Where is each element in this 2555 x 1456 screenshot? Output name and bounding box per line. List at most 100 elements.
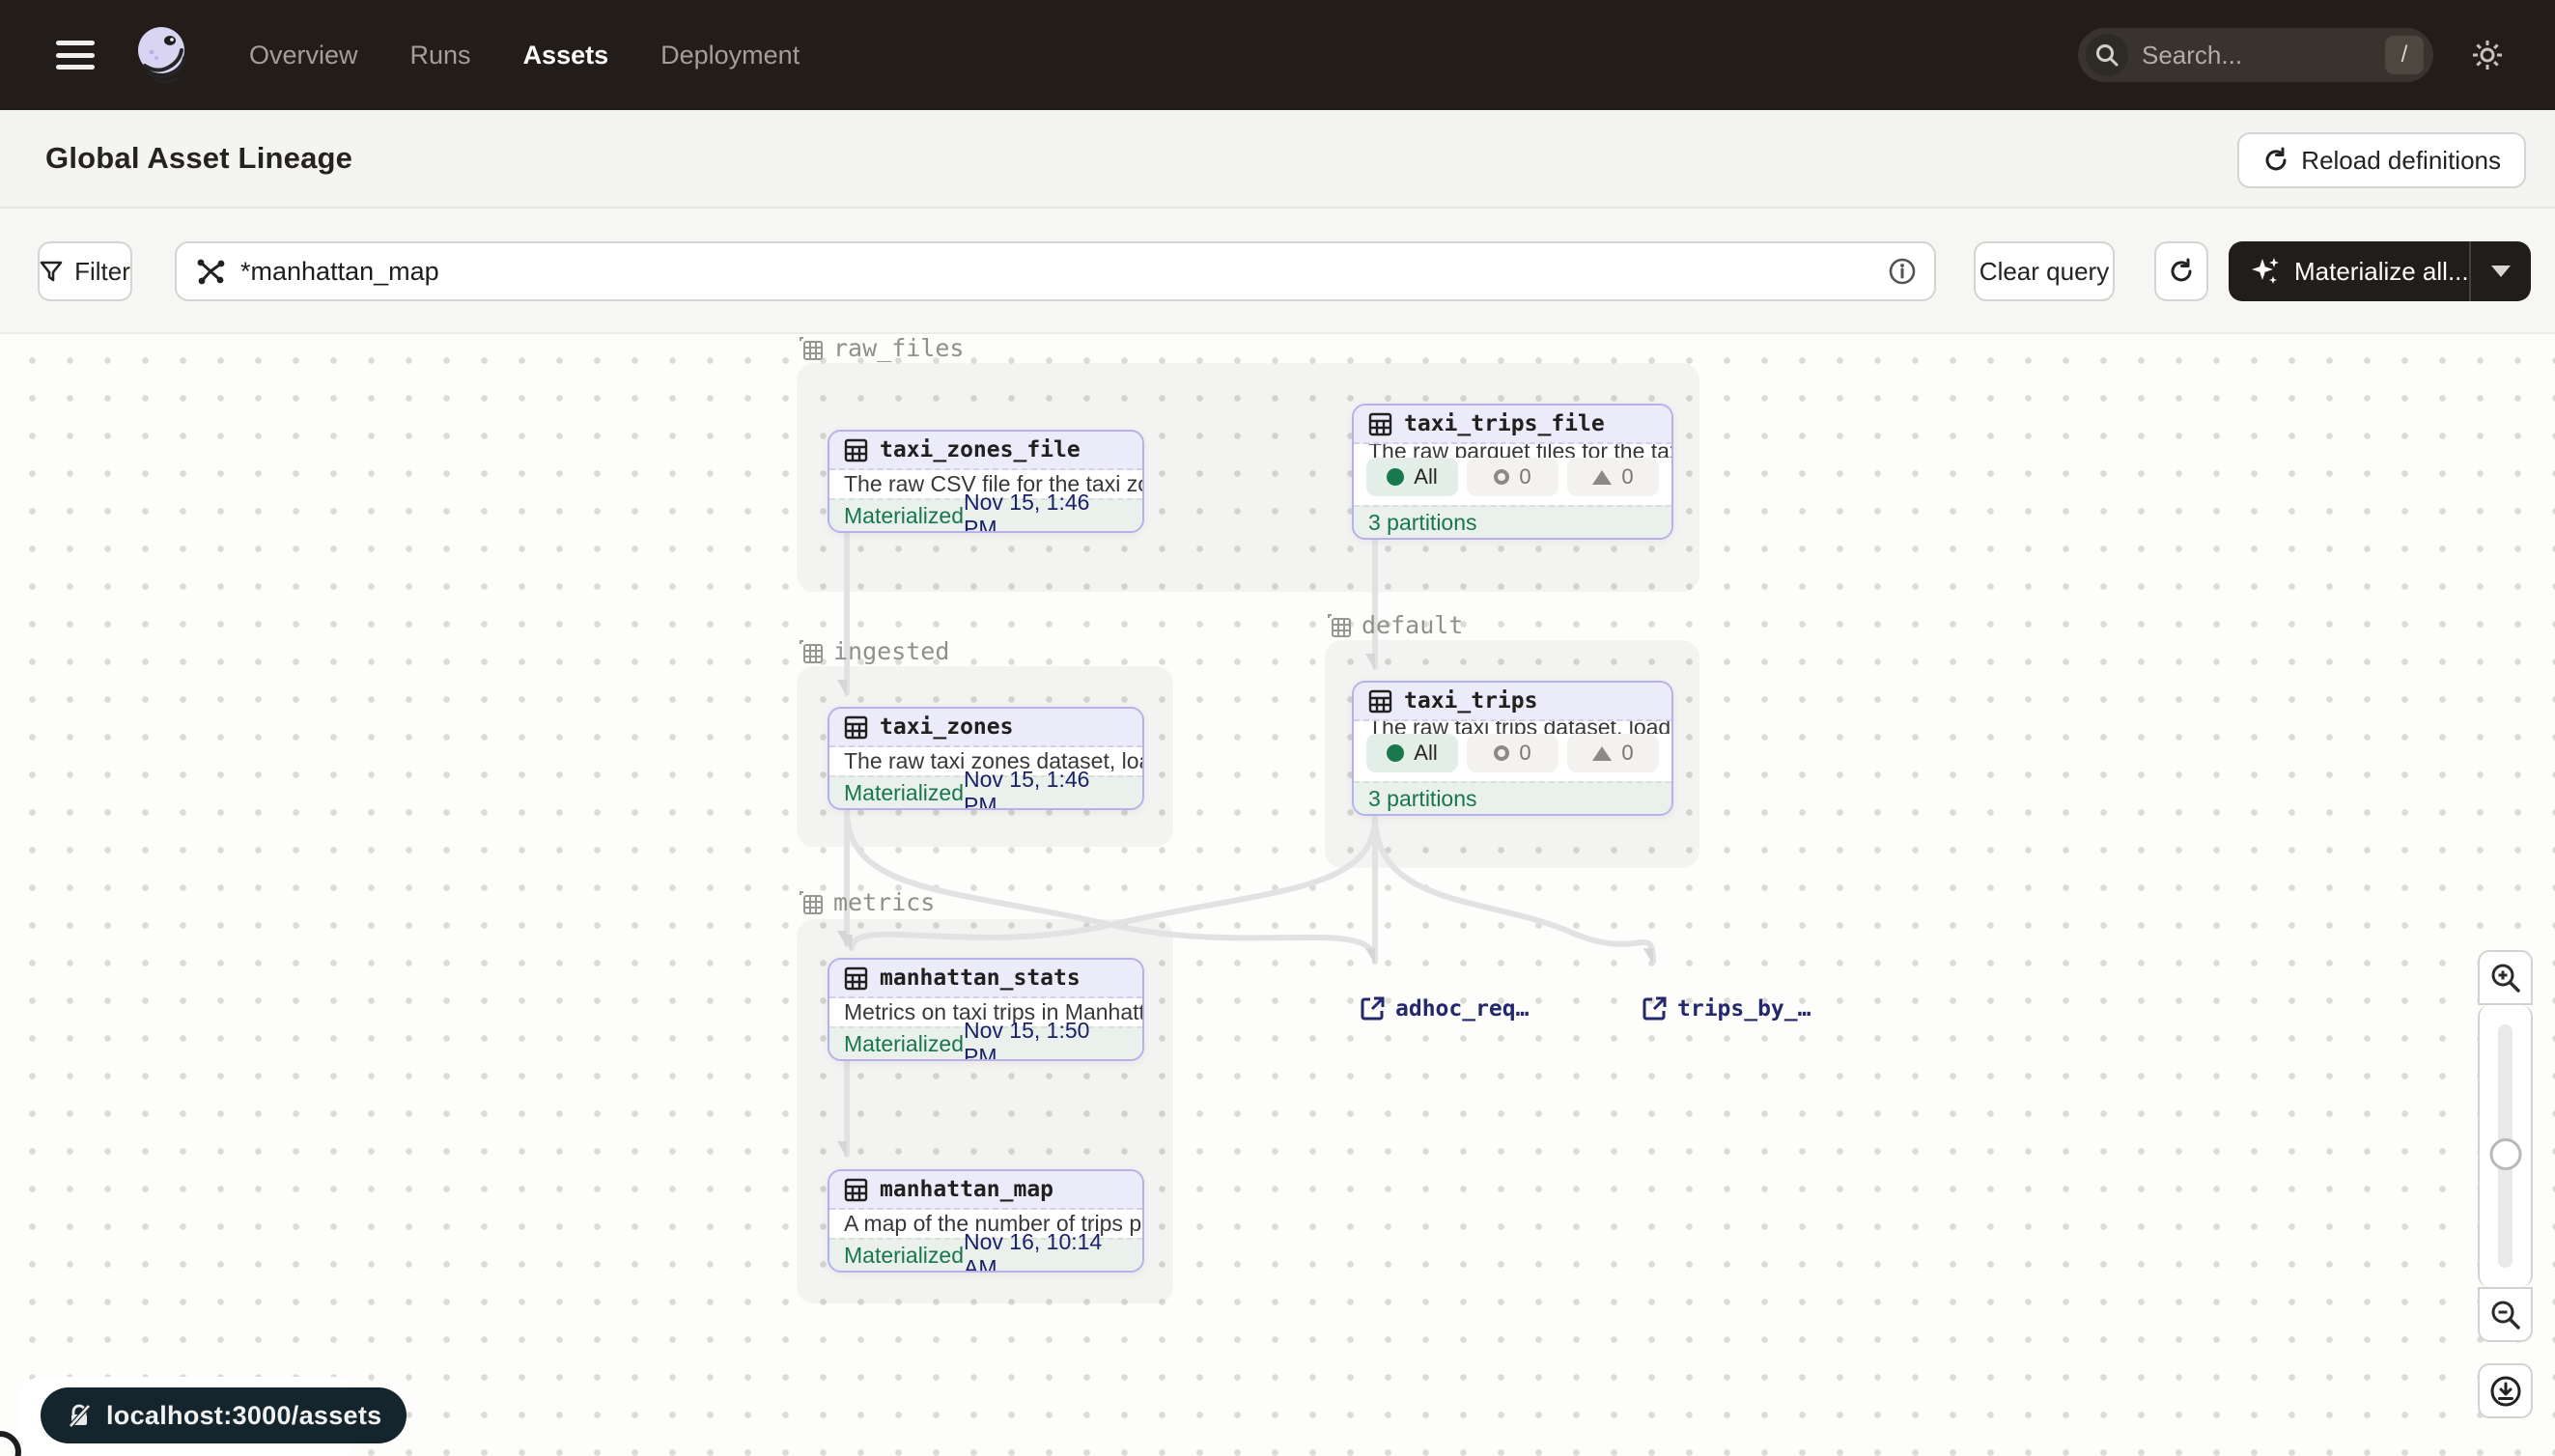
green-dot-icon	[1387, 468, 1404, 486]
table-icon	[1368, 412, 1392, 436]
materialized-timestamp[interactable]: Nov 15, 1:50 PM	[964, 1018, 1128, 1061]
asset-title: taxi_zones_file	[880, 437, 1081, 462]
partitions-count[interactable]: 3 partitions	[1368, 786, 1477, 812]
url-badge: localhost:3000/assets	[41, 1387, 407, 1443]
status-badge: Materialized	[844, 780, 964, 806]
dagster-logo[interactable]	[131, 23, 195, 87]
materialized-timestamp[interactable]: Nov 15, 1:46 PM	[964, 490, 1128, 533]
download-icon	[2488, 1374, 2523, 1409]
partition-health-row: All 0 0	[1354, 458, 1671, 505]
zoom-in-button[interactable]	[2478, 950, 2533, 1005]
partition-pill-missing[interactable]: 0	[1467, 458, 1558, 496]
filter-label: Filter	[74, 257, 130, 287]
chevron-down-icon	[2491, 266, 2511, 277]
nav-item-runs[interactable]: Runs	[410, 41, 471, 70]
page-title: Global Asset Lineage	[45, 141, 352, 176]
url-text: localhost:3000/assets	[106, 1401, 381, 1431]
status-badge: Materialized	[844, 1243, 964, 1269]
partition-pill-failed[interactable]: 0	[1567, 458, 1659, 496]
table-icon	[844, 715, 868, 740]
partition-pill-all[interactable]: All	[1366, 734, 1458, 772]
zoom-in-icon	[2489, 962, 2522, 994]
asset-title: taxi_zones	[880, 714, 1013, 740]
lineage-query-icon	[194, 255, 227, 288]
zoom-slider-thumb[interactable]	[2489, 1138, 2521, 1170]
partition-health-row: All 0 0	[1354, 734, 1671, 781]
materialize-label: Materialize all...	[2294, 257, 2469, 287]
clear-query-label: Clear query	[1979, 257, 2109, 287]
asset-description: The raw parquet files for the taxi trips…	[1354, 444, 1671, 458]
hamburger-menu-icon[interactable]	[56, 41, 95, 70]
search-shortcut-badge: /	[2385, 36, 2424, 74]
zoom-out-button[interactable]	[2478, 1287, 2533, 1342]
search-input[interactable]: Search... /	[2078, 28, 2433, 82]
asset-node-manhattan-stats[interactable]: manhattan_stats Metrics on taxi trips in…	[828, 958, 1144, 1061]
asset-title: manhattan_stats	[880, 966, 1081, 991]
asset-node-taxi-zones-file[interactable]: taxi_zones_file The raw CSV file for the…	[828, 430, 1144, 533]
table-icon	[844, 966, 868, 991]
asset-description: The raw taxi trips dataset, loaded into …	[1354, 721, 1671, 734]
group-label-ingested[interactable]: ingested	[799, 637, 949, 665]
partitions-count[interactable]: 3 partitions	[1368, 510, 1477, 536]
table-icon	[1368, 689, 1392, 714]
filter-button[interactable]: Filter	[38, 241, 132, 301]
materialized-timestamp[interactable]: Nov 16, 10:14 AM	[964, 1229, 1128, 1273]
query-info-icon[interactable]	[1888, 257, 1917, 286]
materialize-all-button[interactable]: Materialize all...	[2229, 241, 2531, 301]
status-badge: Materialized	[844, 503, 964, 529]
table-icon	[844, 1178, 868, 1202]
partition-pill-all[interactable]: All	[1366, 458, 1458, 496]
reload-label: Reload definitions	[2301, 146, 2501, 176]
materialized-timestamp[interactable]: Nov 15, 1:46 PM	[964, 767, 1128, 810]
triangle-icon	[1592, 470, 1612, 485]
settings-gear-icon[interactable]	[2458, 26, 2516, 84]
external-asset-link-trips-by[interactable]: trips_by_…	[1642, 995, 1811, 1022]
asset-node-taxi-zones[interactable]: taxi_zones The raw taxi zones dataset, l…	[828, 707, 1144, 810]
sparkle-icon	[2250, 255, 2283, 288]
table-icon	[844, 438, 868, 462]
triangle-icon	[1592, 746, 1612, 761]
search-placeholder: Search...	[2142, 41, 2385, 70]
group-icon	[1327, 613, 1352, 638]
asset-title: taxi_trips	[1404, 688, 1537, 714]
partition-pill-missing[interactable]: 0	[1467, 734, 1558, 772]
asset-node-taxi-trips-file[interactable]: taxi_trips_file The raw parquet files fo…	[1352, 404, 1673, 540]
group-label-raw-files[interactable]: raw_files	[799, 334, 964, 362]
nav-item-deployment[interactable]: Deployment	[660, 41, 800, 70]
refresh-graph-button[interactable]	[2154, 241, 2208, 301]
asset-title: manhattan_map	[880, 1177, 1053, 1202]
insecure-lock-icon	[66, 1402, 93, 1429]
reload-definitions-button[interactable]: Reload definitions	[2237, 132, 2526, 188]
lineage-toolbar: Filter *manhattan_map Clear query	[0, 209, 2555, 334]
group-icon	[799, 639, 824, 664]
reload-icon	[2262, 147, 2289, 174]
group-label-default[interactable]: default	[1327, 611, 1463, 639]
materialize-dropdown-toggle[interactable]	[2469, 241, 2531, 301]
group-icon	[799, 336, 824, 361]
search-icon	[2086, 34, 2128, 76]
funnel-icon	[40, 260, 63, 283]
asset-node-taxi-trips[interactable]: taxi_trips The raw taxi trips dataset, l…	[1352, 681, 1673, 816]
external-link-icon	[1360, 995, 1386, 1022]
external-asset-link-adhoc-request[interactable]: adhoc_req…	[1360, 995, 1529, 1022]
zoom-slider[interactable]	[2478, 1005, 2533, 1287]
group-label-metrics[interactable]: metrics	[799, 888, 935, 916]
zoom-out-icon	[2489, 1299, 2522, 1331]
asset-query-input[interactable]: *manhattan_map	[175, 241, 1936, 301]
nav-item-overview[interactable]: Overview	[249, 41, 358, 70]
download-image-button[interactable]	[2478, 1363, 2533, 1418]
main-nav: Overview Runs Assets Deployment	[249, 41, 800, 70]
green-dot-icon	[1387, 744, 1404, 762]
external-link-icon	[1642, 995, 1668, 1022]
top-navbar: Overview Runs Assets Deployment Search..…	[0, 0, 2555, 110]
asset-title: taxi_trips_file	[1404, 411, 1605, 436]
partition-pill-failed[interactable]: 0	[1567, 734, 1659, 772]
clear-query-button[interactable]: Clear query	[1974, 241, 2115, 301]
lineage-canvas[interactable]: raw_files ingested default metrics taxi_…	[0, 334, 2555, 1456]
ring-icon	[1494, 469, 1509, 485]
asset-node-manhattan-map[interactable]: manhattan_map A map of the number of tri…	[828, 1169, 1144, 1273]
refresh-icon	[2168, 258, 2195, 285]
nav-item-assets[interactable]: Assets	[523, 41, 609, 70]
query-value: *manhattan_map	[240, 257, 1888, 287]
zoom-slider-track[interactable]	[2498, 1024, 2513, 1268]
